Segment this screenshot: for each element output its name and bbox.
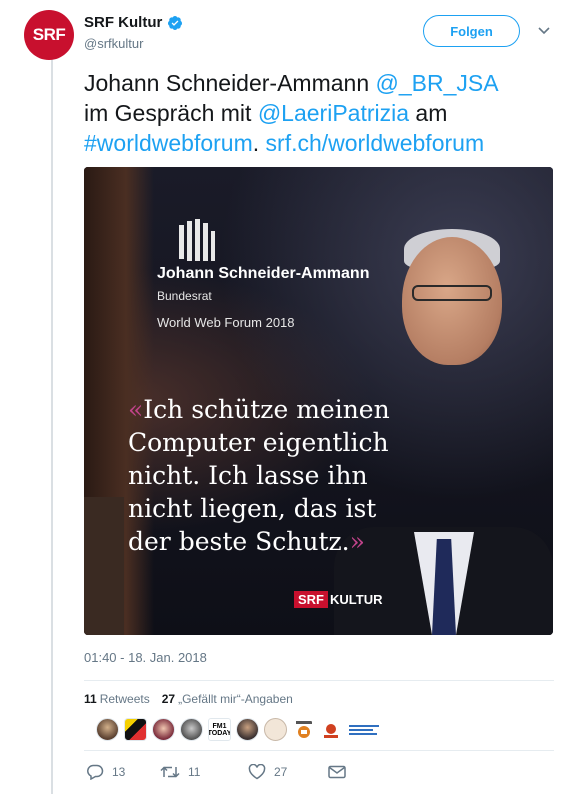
quote-open-mark: « <box>128 395 144 424</box>
retweet-count: 11 <box>188 765 201 779</box>
liker-avatar-fm-text: FM1 TODAY <box>208 722 231 737</box>
quote-line: nicht. Ich lasse ihn <box>128 461 368 490</box>
reply-button[interactable]: 13 <box>86 764 136 780</box>
tweet-timestamp[interactable]: 01:40 - 18. Jan. 2018 <box>84 650 207 665</box>
liker-logo-icon <box>295 720 312 738</box>
display-name[interactable]: SRF Kultur <box>84 14 162 31</box>
tweet-text-part: . <box>252 130 266 156</box>
brand-kultur: KULTUR <box>330 592 383 607</box>
engagement-stats: 11 Retweets 27 „Gefällt mir“-Angaben <box>84 692 293 706</box>
guest-role: Bundesrat <box>157 289 212 303</box>
account-name-row[interactable]: SRF Kultur <box>84 14 183 31</box>
liker-avatar[interactable] <box>96 718 119 741</box>
likes-stat[interactable]: 27 „Gefällt mir“-Angaben <box>162 692 293 706</box>
likes-label: „Gefällt mir“-Angaben <box>178 692 293 706</box>
liker-avatar[interactable] <box>264 718 287 741</box>
hashtag-link[interactable]: #worldwebforum <box>84 130 253 156</box>
quote-line: Computer eigentlich <box>128 428 389 457</box>
mention-link[interactable]: @_BR_JSA <box>376 70 499 96</box>
like-button[interactable]: 27 <box>248 764 318 780</box>
quote-line: nicht liegen, das ist <box>128 494 377 523</box>
quote-close-mark: » <box>349 527 365 556</box>
heart-icon <box>248 764 266 780</box>
envelope-icon <box>328 765 346 779</box>
reply-count: 13 <box>112 765 126 779</box>
tweet-text: Johann Schneider-Ammann @_BR_JSA im Gesp… <box>84 68 564 158</box>
tweet-text-part: am <box>409 100 448 126</box>
tweet-text-part: im Gespräch mit <box>84 100 258 126</box>
direct-message-button[interactable] <box>328 765 346 779</box>
guest-head <box>402 237 502 365</box>
srf-kultur-brand: SRF KULTUR <box>294 591 382 608</box>
brand-srf: SRF <box>294 591 328 608</box>
liker-logo-icon <box>349 725 379 735</box>
retweet-button[interactable]: 11 <box>160 765 238 779</box>
guest-name: Johann Schneider-Ammann <box>157 265 370 282</box>
quote-text: Ich schütze meinen <box>143 395 390 424</box>
liker-avatar[interactable] <box>292 718 315 741</box>
likes-count: 27 <box>161 692 176 706</box>
mention-link[interactable]: @LaeriPatrizia <box>258 100 409 126</box>
retweet-icon <box>160 766 180 778</box>
retweets-count: 11 <box>84 692 97 706</box>
tweet-media-image[interactable]: Johann Schneider-Ammann Bundesrat World … <box>84 167 553 635</box>
guest-glasses <box>412 285 492 301</box>
follow-button[interactable]: Folgen <box>423 15 520 47</box>
reply-icon <box>87 764 104 780</box>
liker-avatars: FM1 TODAY <box>96 718 380 741</box>
liker-avatar[interactable]: FM1 TODAY <box>208 718 231 741</box>
liker-logo-icon <box>324 724 338 738</box>
avatar-logo-text: SRF <box>32 25 66 44</box>
chevron-down-icon[interactable] <box>536 22 552 38</box>
tweet-text-part: Johann Schneider-Ammann <box>84 70 376 96</box>
thread-line <box>51 56 53 794</box>
liker-avatar[interactable] <box>236 718 259 741</box>
divider <box>84 750 554 751</box>
quote-text: der beste Schutz. <box>128 527 350 556</box>
quote-line: der beste Schutz.» <box>128 525 390 558</box>
url-link[interactable]: srf.ch/worldwebforum <box>266 130 485 156</box>
liker-avatar[interactable] <box>152 718 175 741</box>
tweet-actions: 13 11 27 <box>86 764 346 780</box>
liker-avatar[interactable] <box>320 718 343 741</box>
quote-line: «Ich schütze meinen <box>128 393 390 426</box>
liker-avatar[interactable] <box>124 718 147 741</box>
verified-badge-icon <box>168 15 183 30</box>
quote: «Ich schütze meinen Computer eigentlich … <box>128 393 390 558</box>
account-handle[interactable]: @srfkultur <box>84 36 143 51</box>
world-web-forum-logo-icon <box>179 219 215 261</box>
liker-avatar[interactable] <box>348 718 380 741</box>
divider <box>84 680 554 681</box>
retweets-label: Retweets <box>99 692 150 706</box>
liker-avatar[interactable] <box>180 718 203 741</box>
avatar[interactable]: SRF <box>24 10 74 60</box>
retweets-stat[interactable]: 11 Retweets <box>84 692 150 706</box>
interviewer-arm <box>84 497 124 635</box>
event-name: World Web Forum 2018 <box>157 315 295 330</box>
like-count: 27 <box>274 765 288 779</box>
